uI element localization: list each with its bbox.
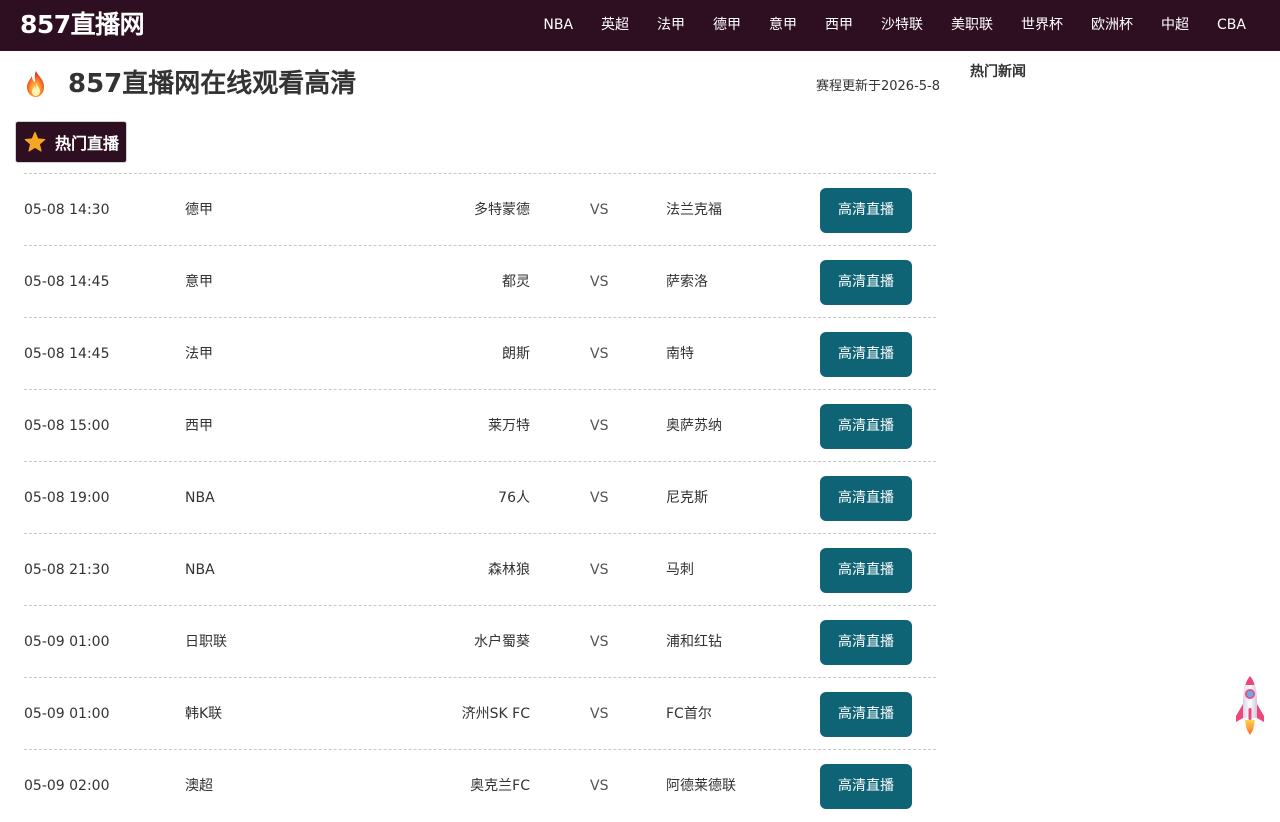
away-team: 浦和红钻	[666, 634, 722, 650]
table-row: 05-09 01:00 韩K联 济州SK FC VS FC首尔 高清直播	[24, 677, 936, 749]
hd-live-button[interactable]: 高清直播	[820, 692, 912, 737]
home-team: 朗斯	[502, 346, 530, 362]
hot-news-title: 热门新闻	[970, 64, 1026, 80]
tab-hot-live-label: 热门直播	[55, 134, 120, 153]
hd-live-button[interactable]: 高清直播	[820, 476, 912, 521]
nav-item-csl[interactable]: 中超	[1147, 0, 1203, 51]
hd-live-button[interactable]: 高清直播	[820, 188, 912, 233]
page-title: 857直播网在线观看高清	[68, 69, 357, 99]
home-team: 森林狼	[488, 562, 530, 578]
match-time: 05-08 21:30	[24, 562, 110, 578]
away-team: 南特	[666, 346, 694, 362]
home-team: 多特蒙德	[474, 202, 530, 218]
vs-label: VS	[590, 418, 609, 434]
match-time: 05-08 14:45	[24, 346, 110, 362]
match-time: 05-08 15:00	[24, 418, 110, 434]
home-team: 76人	[498, 490, 530, 506]
schedule-update-note: 赛程更新于2026-5-8	[815, 79, 940, 94]
nav-item-mls[interactable]: 美职联	[937, 0, 1007, 51]
away-team: 法兰克福	[666, 202, 722, 218]
vs-label: VS	[590, 202, 609, 218]
vs-label: VS	[590, 778, 609, 794]
vs-label: VS	[590, 706, 609, 722]
table-row: 05-08 19:00 NBA 76人 VS 尼克斯 高清直播	[24, 461, 936, 533]
table-row: 05-09 02:00 澳超 奥克兰FC VS 阿德莱德联 高清直播	[24, 749, 936, 821]
nav-item-serie-a[interactable]: 意甲	[755, 0, 811, 51]
nav-item-ligue-1[interactable]: 法甲	[643, 0, 699, 51]
site-logo[interactable]: 857直播网	[20, 9, 145, 41]
nav-item-la-liga[interactable]: 西甲	[811, 0, 867, 51]
table-row: 05-08 14:30 德甲 多特蒙德 VS 法兰克福 高清直播	[24, 173, 936, 245]
hd-live-button[interactable]: 高清直播	[820, 332, 912, 377]
match-league: NBA	[185, 562, 215, 578]
match-league: 德甲	[185, 202, 213, 218]
top-navbar: 857直播网 NBA 英超 法甲 德甲 意甲 西甲 沙特联 美职联 世界杯 欧洲…	[0, 0, 1280, 51]
rocket-icon[interactable]	[1234, 674, 1266, 738]
table-row: 05-08 14:45 法甲 朗斯 VS 南特 高清直播	[24, 317, 936, 389]
nav-item-euro[interactable]: 欧洲杯	[1077, 0, 1147, 51]
nav-item-saudi-league[interactable]: 沙特联	[867, 0, 937, 51]
match-time: 05-09 01:00	[24, 634, 110, 650]
hd-live-button[interactable]: 高清直播	[820, 260, 912, 305]
match-league: 日职联	[185, 634, 227, 650]
match-time: 05-08 14:30	[24, 202, 110, 218]
nav-item-nba[interactable]: NBA	[529, 0, 587, 51]
away-team: 尼克斯	[666, 490, 708, 506]
match-league: 法甲	[185, 346, 213, 362]
away-team: 奥萨苏纳	[666, 418, 722, 434]
nav-item-bundesliga[interactable]: 德甲	[699, 0, 755, 51]
table-row: 05-08 21:30 NBA 森林狼 VS 马刺 高清直播	[24, 533, 936, 605]
nav-item-cba[interactable]: CBA	[1203, 0, 1260, 51]
hd-live-button[interactable]: 高清直播	[820, 548, 912, 593]
match-time: 05-09 01:00	[24, 706, 110, 722]
home-team: 莱万特	[488, 418, 530, 434]
vs-label: VS	[590, 490, 609, 506]
table-row: 05-09 01:00 日职联 水户蜀葵 VS 浦和红钻 高清直播	[24, 605, 936, 677]
away-team: 马刺	[666, 562, 694, 578]
away-team: 阿德莱德联	[666, 778, 736, 794]
match-schedule: 05-08 14:30 德甲 多特蒙德 VS 法兰克福 高清直播 05-08 1…	[24, 173, 936, 821]
page-heading: 857直播网在线观看高清 赛程更新于2026-5-8	[20, 64, 940, 108]
nav-item-world-cup[interactable]: 世界杯	[1007, 0, 1077, 51]
match-time: 05-08 14:45	[24, 274, 110, 290]
match-league: NBA	[185, 490, 215, 506]
match-league: 西甲	[185, 418, 213, 434]
table-row: 05-08 15:00 西甲 莱万特 VS 奥萨苏纳 高清直播	[24, 389, 936, 461]
match-league: 澳超	[185, 778, 213, 794]
star-icon	[24, 131, 46, 152]
match-league: 意甲	[185, 274, 213, 290]
nav-item-premier-league[interactable]: 英超	[587, 0, 643, 51]
tab-hot-live[interactable]: 热门直播	[15, 121, 127, 163]
vs-label: VS	[590, 274, 609, 290]
hd-live-button[interactable]: 高清直播	[820, 404, 912, 449]
fire-icon	[27, 71, 44, 97]
home-team: 济州SK FC	[461, 706, 530, 722]
home-team: 水户蜀葵	[474, 634, 530, 650]
main-nav: NBA 英超 法甲 德甲 意甲 西甲 沙特联 美职联 世界杯 欧洲杯 中超 CB…	[529, 0, 1260, 51]
vs-label: VS	[590, 346, 609, 362]
hd-live-button[interactable]: 高清直播	[820, 764, 912, 809]
match-time: 05-09 02:00	[24, 778, 110, 794]
home-team: 都灵	[502, 274, 530, 290]
match-league: 韩K联	[185, 706, 223, 722]
table-row: 05-08 14:45 意甲 都灵 VS 萨索洛 高清直播	[24, 245, 936, 317]
vs-label: VS	[590, 562, 609, 578]
away-team: 萨索洛	[666, 274, 708, 290]
hd-live-button[interactable]: 高清直播	[820, 620, 912, 665]
vs-label: VS	[590, 634, 609, 650]
home-team: 奥克兰FC	[470, 778, 530, 794]
match-time: 05-08 19:00	[24, 490, 110, 506]
away-team: FC首尔	[666, 706, 712, 722]
